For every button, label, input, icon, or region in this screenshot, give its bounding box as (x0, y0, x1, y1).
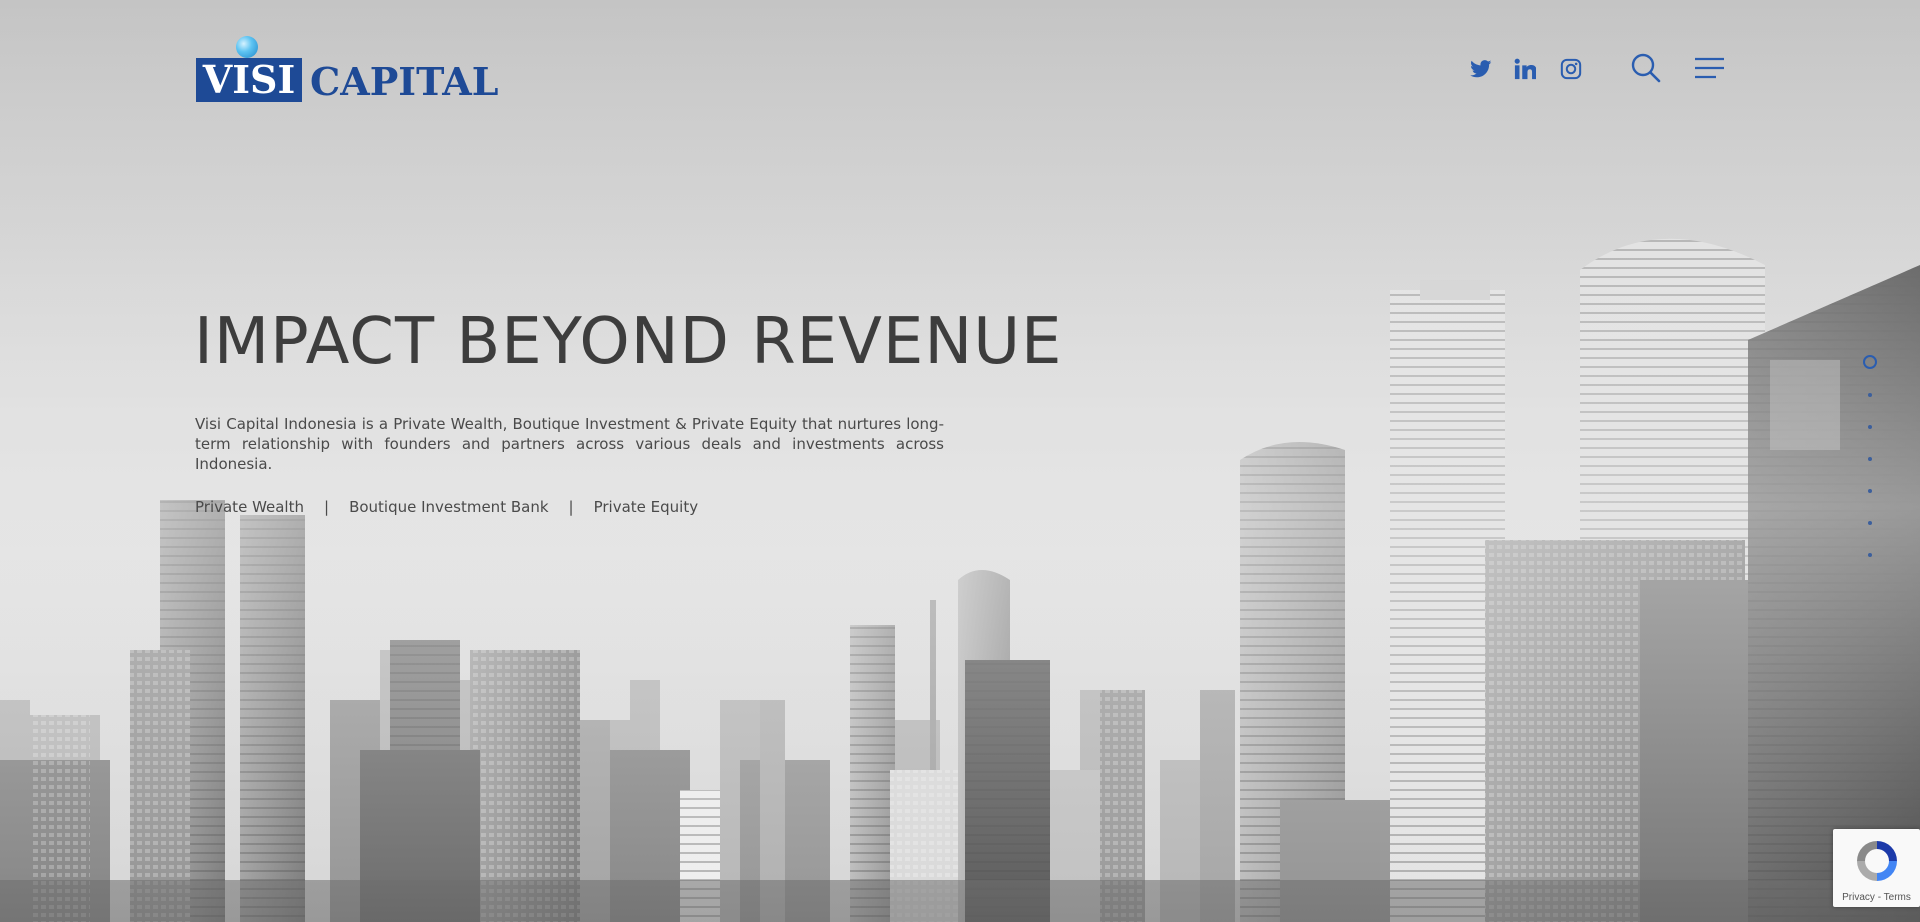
recaptcha-badge[interactable]: Privacy - Terms (1833, 829, 1920, 907)
recaptcha-links: Privacy - Terms (1833, 892, 1920, 903)
recaptcha-link-separator: - (1874, 892, 1884, 903)
service-private-equity: Private Equity (593, 498, 699, 516)
logo-word-visi: VISI (202, 57, 296, 102)
search-icon (1631, 53, 1661, 83)
logo-visi-block: VISI (196, 58, 302, 102)
section-dot-5[interactable] (1868, 489, 1872, 493)
logo-ball-graphic (236, 36, 258, 58)
section-dot-7[interactable] (1868, 553, 1872, 557)
hero-headline: IMPACT BEYOND REVENUE (194, 305, 1063, 379)
recaptcha-icon (1857, 841, 1897, 881)
service-boutique-investment-bank: Boutique Investment Bank (349, 498, 549, 516)
service-separator: | (324, 498, 330, 516)
visi-capital-logo[interactable]: VISI CAPITAL (196, 36, 511, 104)
twitter-link[interactable] (1468, 56, 1494, 82)
recaptcha-terms-link[interactable]: Terms (1884, 892, 1911, 903)
twitter-icon (1470, 60, 1492, 78)
linkedin-icon (1514, 58, 1536, 80)
service-separator: | (568, 498, 574, 516)
section-dot-2[interactable] (1868, 393, 1872, 397)
service-private-wealth: Private Wealth (195, 498, 304, 516)
services-list: Private Wealth | Boutique Investment Ban… (195, 498, 698, 516)
linkedin-link[interactable] (1512, 56, 1538, 82)
search-button[interactable] (1630, 52, 1662, 84)
logo-word-capital: CAPITAL (310, 59, 499, 104)
section-dot-4[interactable] (1868, 457, 1872, 461)
menu-button[interactable] (1694, 56, 1726, 82)
section-dot-1[interactable] (1863, 355, 1877, 369)
instagram-icon (1560, 58, 1582, 80)
hero-section: VISI CAPITAL IMPACT BEYOND REVENUE Visi … (0, 0, 1920, 922)
section-dot-3[interactable] (1868, 425, 1872, 429)
hero-description: Visi Capital Indonesia is a Private Weal… (195, 415, 944, 473)
recaptcha-privacy-link[interactable]: Privacy (1842, 892, 1875, 903)
hamburger-menu-icon (1695, 57, 1724, 79)
section-nav-dots (1862, 355, 1882, 565)
section-dot-6[interactable] (1868, 521, 1872, 525)
instagram-link[interactable] (1558, 56, 1584, 82)
